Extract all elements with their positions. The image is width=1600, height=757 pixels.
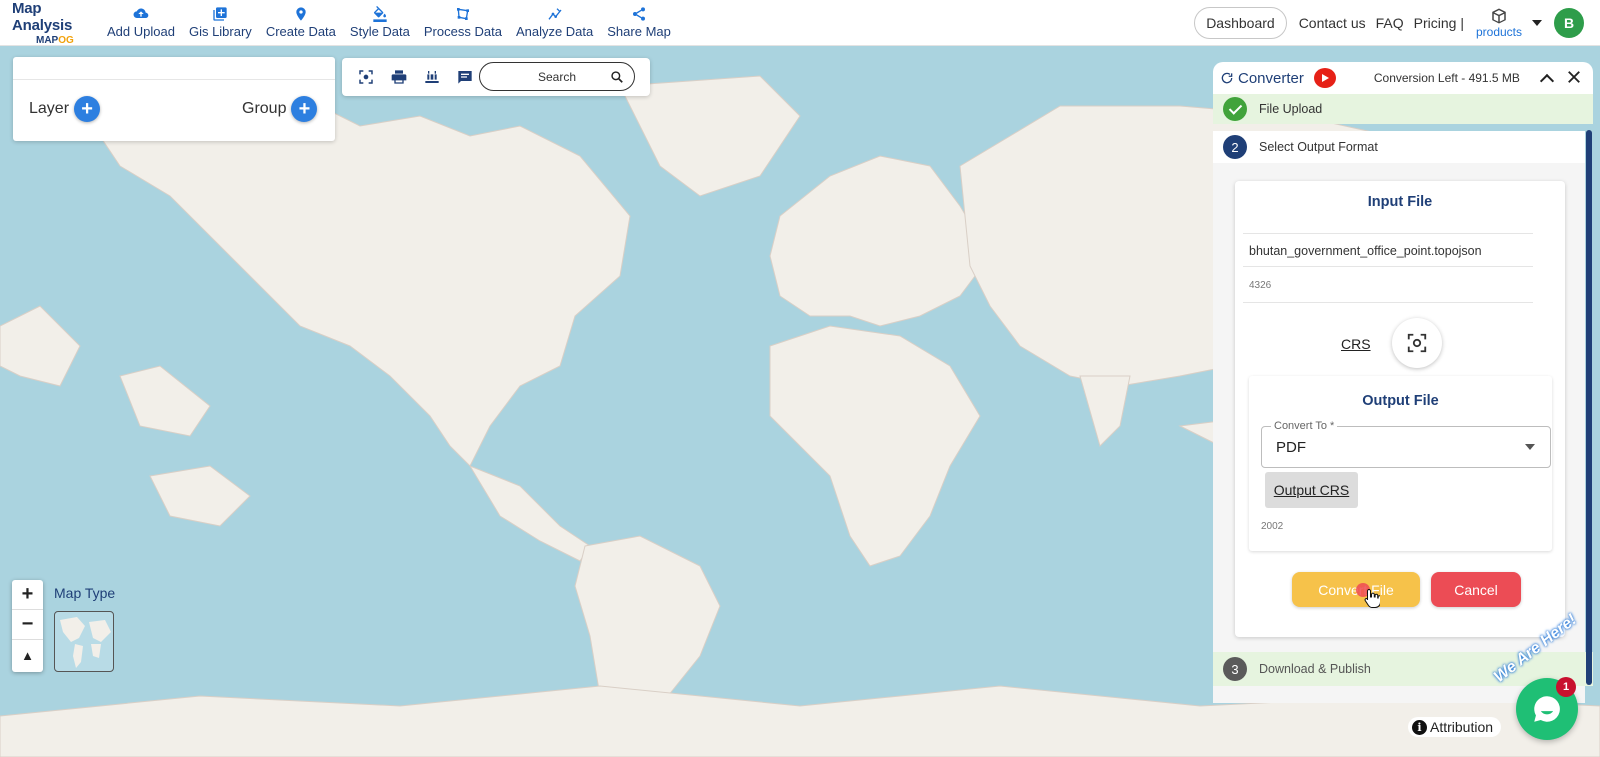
chat-bubble-icon <box>1534 696 1560 722</box>
nav-share-map[interactable]: Share Map <box>600 0 678 46</box>
step-file-upload[interactable]: File Upload <box>1213 94 1593 124</box>
library-add-icon <box>213 7 228 21</box>
nav-analyze-data[interactable]: Analyze Data <box>509 0 600 46</box>
step2-body: Input File bhutan_government_office_poin… <box>1213 163 1585 703</box>
crs-picker-button[interactable] <box>1392 318 1442 368</box>
convert-to-select[interactable]: Convert To * PDF <box>1261 420 1551 468</box>
conversion-left: Conversion Left - 491.5 MB <box>1373 71 1520 85</box>
step-number: 2 <box>1223 135 1247 159</box>
attribution-button[interactable]: i Attribution <box>1408 717 1502 737</box>
step-select-output-format[interactable]: 2 Select Output Format <box>1213 131 1585 163</box>
panel-divider <box>13 79 335 80</box>
products-menu[interactable]: products <box>1476 7 1522 39</box>
output-file-title: Output File <box>1362 393 1439 409</box>
layer-row: Layer + <box>29 96 101 122</box>
top-navbar: Map Analysis MAPOG Add Upload Gis Librar… <box>0 0 1600 46</box>
nav-style-data[interactable]: Style Data <box>343 0 417 46</box>
close-icon[interactable] <box>1565 68 1583 86</box>
cube-icon <box>1492 8 1506 24</box>
user-avatar[interactable]: B <box>1554 8 1584 38</box>
hand-cursor-icon <box>1364 588 1380 608</box>
faq-link[interactable]: FAQ <box>1376 15 1404 31</box>
check-icon <box>1223 97 1247 121</box>
measure-icon[interactable] <box>424 69 440 85</box>
pricing-link[interactable]: Pricing | <box>1414 15 1464 31</box>
collapse-chevron-icon[interactable] <box>1539 73 1555 88</box>
nav-create-data[interactable]: Create Data <box>259 0 343 46</box>
map-type-thumbnail[interactable] <box>54 611 114 672</box>
header-right: Dashboard Contact us FAQ Pricing | produ… <box>1194 0 1600 46</box>
convert-to-value: PDF <box>1276 439 1306 456</box>
map-pin-icon <box>296 7 306 21</box>
input-filename: bhutan_government_office_point.topojson <box>1243 233 1533 267</box>
nav-add-upload[interactable]: Add Upload <box>100 0 182 46</box>
refresh-icon <box>1221 72 1233 84</box>
converter-panel: Converter Conversion Left - 491.5 MB Fil… <box>1213 62 1593 703</box>
crs-focus-icon <box>1407 333 1427 353</box>
cloud-upload-icon <box>133 8 149 19</box>
chat-notification-badge: 1 <box>1556 677 1576 697</box>
map-type-label: Map Type <box>54 585 116 601</box>
share-icon <box>633 7 646 21</box>
convert-to-label: Convert To * <box>1271 420 1338 432</box>
panel-scrollbar[interactable] <box>1586 130 1592 685</box>
nav-gis-library[interactable]: Gis Library <box>182 0 259 46</box>
focus-icon[interactable] <box>358 69 374 85</box>
brand-subtitle: MAPOG <box>36 34 74 46</box>
layer-panel: Layer + Group + <box>13 57 335 141</box>
output-file-section: Output File Convert To * PDF Output CRS … <box>1249 376 1552 551</box>
zoom-out-button[interactable]: − <box>12 610 43 640</box>
products-dropdown-icon[interactable] <box>1532 20 1542 26</box>
print-icon[interactable] <box>391 69 407 85</box>
output-crs-value: 2002 <box>1261 521 1284 532</box>
contact-link[interactable]: Contact us <box>1299 15 1366 31</box>
search-icon <box>611 71 623 83</box>
cancel-button[interactable]: Cancel <box>1431 572 1521 607</box>
input-file-title: Input File <box>1367 194 1433 210</box>
crs-link[interactable]: CRS <box>1341 336 1371 352</box>
map-toolbar: Search <box>342 58 650 96</box>
zoom-in-button[interactable]: + <box>12 580 43 610</box>
group-label: Group <box>242 100 287 117</box>
step-number: 3 <box>1223 657 1247 681</box>
comment-icon[interactable] <box>457 69 473 85</box>
dashboard-button[interactable]: Dashboard <box>1194 7 1287 39</box>
converter-title: Converter <box>1238 69 1304 87</box>
group-row: Group + <box>242 96 318 122</box>
map-thumbnail-icon <box>60 617 111 668</box>
youtube-icon[interactable] <box>1313 68 1336 88</box>
input-crs-value: 4326 <box>1243 269 1533 303</box>
layer-label: Layer <box>29 100 70 117</box>
dropdown-arrow-icon <box>1525 444 1535 450</box>
info-icon: i <box>1412 719 1427 735</box>
nav-process-data[interactable]: Process Data <box>417 0 509 46</box>
add-layer-button[interactable]: + <box>74 96 101 122</box>
map-search[interactable]: Search <box>479 62 635 91</box>
brand-logo[interactable]: Map Analysis MAPOG <box>0 0 100 46</box>
brand-title: Map Analysis <box>12 0 73 34</box>
output-crs-button[interactable]: Output CRS <box>1265 472 1358 508</box>
analyze-icon <box>548 8 562 20</box>
paint-bucket-icon <box>373 6 387 22</box>
format-card: Input File bhutan_government_office_poin… <box>1235 181 1565 637</box>
converter-header: Converter Conversion Left - 491.5 MB <box>1213 62 1593 94</box>
search-label: Search <box>537 69 577 84</box>
reset-north-button[interactable]: ▲ <box>12 640 43 670</box>
polygon-edit-icon <box>456 8 469 20</box>
main-nav: Add Upload Gis Library Create Data Style… <box>100 0 678 46</box>
add-group-button[interactable]: + <box>291 96 318 122</box>
zoom-controls: + − ▲ <box>12 580 43 672</box>
